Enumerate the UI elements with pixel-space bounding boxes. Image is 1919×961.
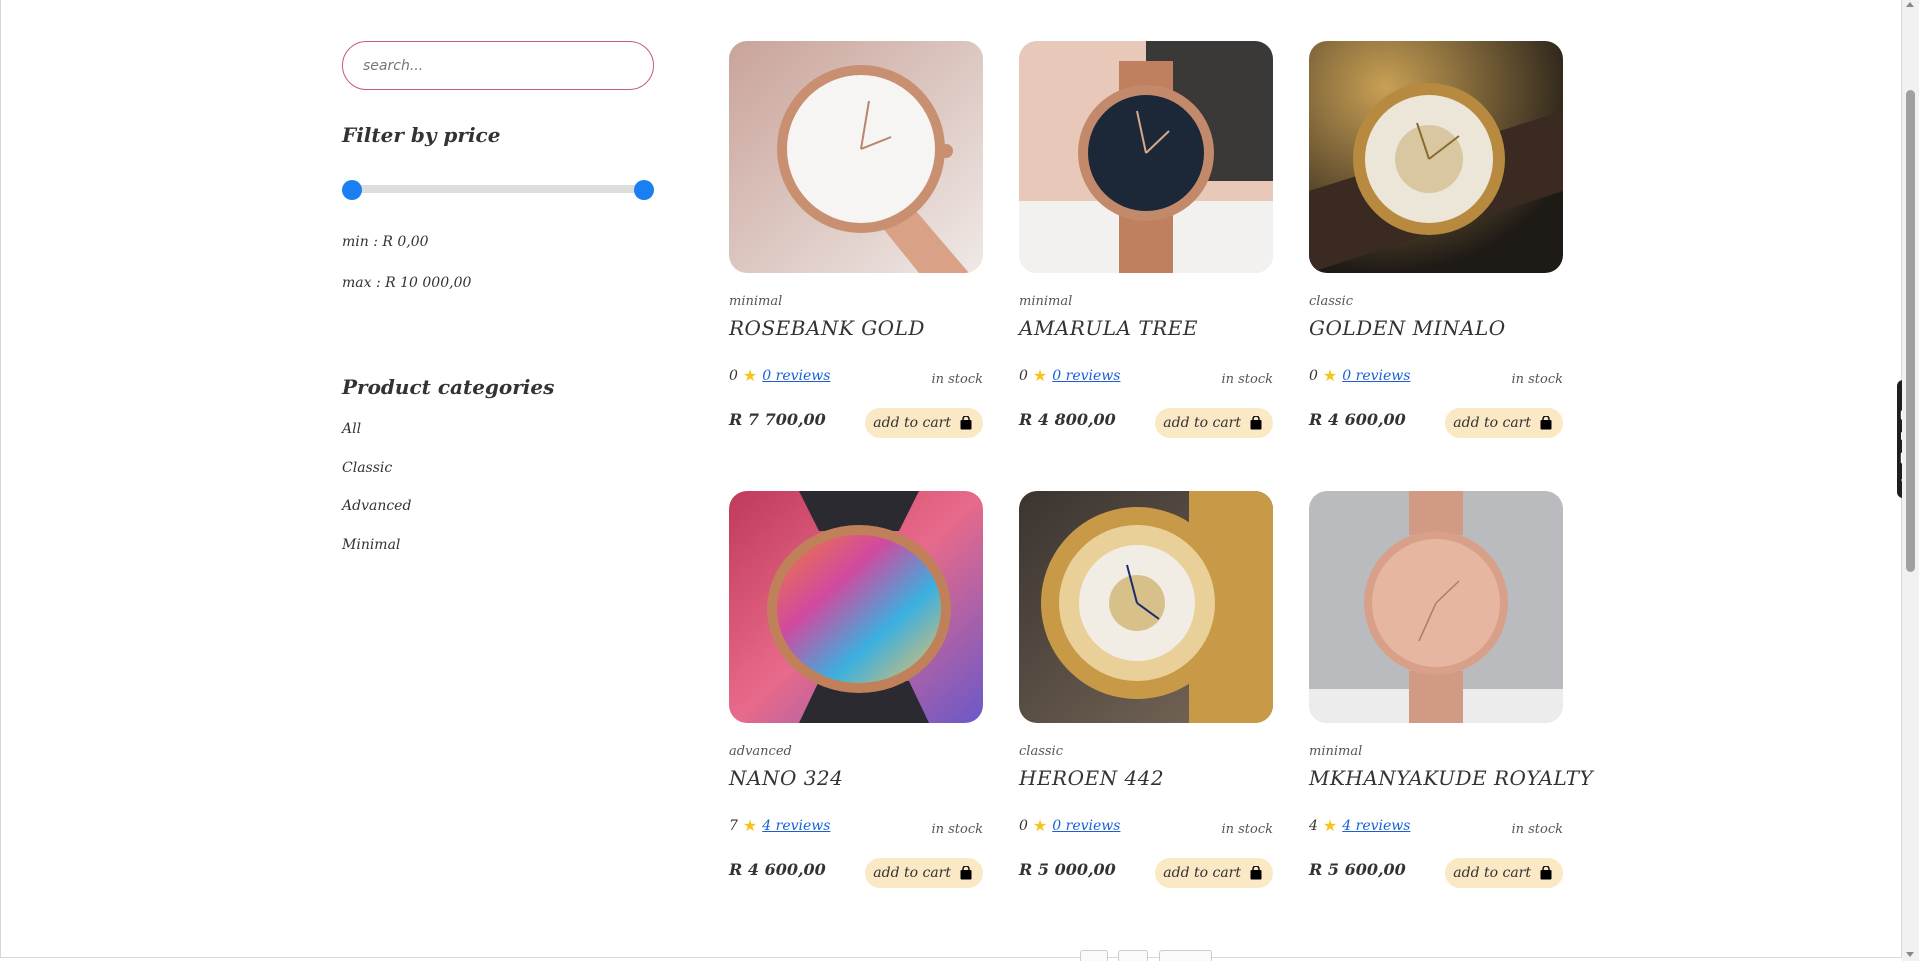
filter-heading: Filter by price xyxy=(342,123,501,147)
slider-track xyxy=(350,185,646,193)
slider-max-handle[interactable] xyxy=(634,180,654,200)
product-rating: 4 ★ 4 reviews xyxy=(1309,816,1410,835)
product-name[interactable]: NANO 324 xyxy=(729,766,843,790)
product-image[interactable] xyxy=(1309,491,1563,723)
category-minimal[interactable]: Minimal xyxy=(342,537,400,553)
vertical-scrollbar[interactable] xyxy=(1902,0,1919,961)
product-name[interactable]: ROSEBANK GOLD xyxy=(729,316,925,340)
scroll-up-arrow-icon[interactable] xyxy=(1906,2,1914,7)
pagination-button[interactable] xyxy=(1118,950,1148,961)
add-to-cart-button[interactable]: add to cart xyxy=(1445,858,1563,888)
add-to-cart-button[interactable]: add to cart xyxy=(865,858,983,888)
product-category: minimal xyxy=(1309,744,1363,759)
reviews-link[interactable]: 0 reviews xyxy=(1342,368,1410,384)
product-card[interactable]: advanced NANO 324 7 ★ 4 reviews in stock… xyxy=(729,491,983,888)
product-price: R 7 700,00 xyxy=(729,410,826,429)
slider-min-handle[interactable] xyxy=(342,180,362,200)
price-min-label: min : R 0,00 xyxy=(342,234,429,250)
product-price: R 4 600,00 xyxy=(1309,410,1406,429)
shopping-bag-icon xyxy=(960,416,972,430)
shopping-bag-icon xyxy=(1540,866,1552,880)
add-to-cart-button[interactable]: add to cart xyxy=(1445,408,1563,438)
product-price: R 4 600,00 xyxy=(729,860,826,879)
scrollbar-thumb[interactable] xyxy=(1906,90,1915,572)
product-category: advanced xyxy=(729,744,792,759)
pagination-next-button[interactable] xyxy=(1159,950,1212,961)
price-max-label: max : R 10 000,00 xyxy=(342,275,472,291)
star-icon: ★ xyxy=(742,366,758,385)
search-input[interactable] xyxy=(342,41,654,90)
stock-status: in stock xyxy=(1221,372,1273,387)
product-name[interactable]: HEROEN 442 xyxy=(1019,766,1164,790)
reviews-link[interactable]: 0 reviews xyxy=(1052,368,1120,384)
shopping-bag-icon xyxy=(1250,866,1262,880)
add-to-cart-label: add to cart xyxy=(1453,415,1531,431)
product-image[interactable] xyxy=(1309,41,1563,273)
stock-status: in stock xyxy=(1511,822,1563,837)
product-card[interactable]: minimal MKHANYAKUDE ROYALTY 4 ★ 4 review… xyxy=(1309,491,1593,888)
shopping-bag-icon xyxy=(960,866,972,880)
product-rating: 0 ★ 0 reviews xyxy=(1019,366,1120,385)
product-name[interactable]: MKHANYAKUDE ROYALTY xyxy=(1309,766,1593,790)
product-rating: 7 ★ 4 reviews xyxy=(729,816,830,835)
category-advanced[interactable]: Advanced xyxy=(342,498,411,514)
product-category: classic xyxy=(1309,294,1353,309)
add-to-cart-button[interactable]: add to cart xyxy=(1155,408,1273,438)
product-rating: 0 ★ 0 reviews xyxy=(1309,366,1410,385)
add-to-cart-button[interactable]: add to cart xyxy=(1155,858,1273,888)
product-card[interactable]: minimal AMARULA TREE 0 ★ 0 reviews in st… xyxy=(1019,41,1273,438)
add-to-cart-label: add to cart xyxy=(873,415,951,431)
add-to-cart-label: add to cart xyxy=(873,865,951,881)
product-card[interactable]: minimal ROSEBANK GOLD 0 ★ 0 reviews in s… xyxy=(729,41,983,438)
rating-value: 0 xyxy=(1309,367,1318,384)
add-to-cart-button[interactable]: add to cart xyxy=(865,408,983,438)
stock-status: in stock xyxy=(1221,822,1273,837)
price-slider[interactable] xyxy=(342,179,654,200)
product-price: R 5 000,00 xyxy=(1019,860,1116,879)
product-rating: 0 ★ 0 reviews xyxy=(1019,816,1120,835)
product-name[interactable]: AMARULA TREE xyxy=(1019,316,1198,340)
product-image[interactable] xyxy=(1019,491,1273,723)
product-card[interactable]: classic GOLDEN MINALO 0 ★ 0 reviews in s… xyxy=(1309,41,1563,438)
reviews-link[interactable]: 4 reviews xyxy=(762,818,830,834)
pagination-button[interactable] xyxy=(1080,950,1108,961)
product-category: classic xyxy=(1019,744,1063,759)
add-to-cart-label: add to cart xyxy=(1163,865,1241,881)
star-icon: ★ xyxy=(1032,366,1048,385)
product-image[interactable] xyxy=(1019,41,1273,273)
product-image[interactable] xyxy=(729,491,983,723)
rating-value: 0 xyxy=(1019,367,1028,384)
rating-value: 0 xyxy=(729,367,738,384)
product-rating: 0 ★ 0 reviews xyxy=(729,366,830,385)
add-to-cart-label: add to cart xyxy=(1163,415,1241,431)
stock-status: in stock xyxy=(1511,372,1563,387)
reviews-link[interactable]: 0 reviews xyxy=(1052,818,1120,834)
star-icon: ★ xyxy=(1322,816,1338,835)
category-all[interactable]: All xyxy=(342,421,361,437)
product-category: minimal xyxy=(1019,294,1073,309)
product-name[interactable]: GOLDEN MINALO xyxy=(1309,316,1506,340)
product-image[interactable] xyxy=(729,41,983,273)
rating-value: 7 xyxy=(729,817,738,834)
product-card[interactable]: classic HEROEN 442 0 ★ 0 reviews in stoc… xyxy=(1019,491,1273,888)
product-price: R 4 800,00 xyxy=(1019,410,1116,429)
categories-heading: Product categories xyxy=(342,375,555,399)
rating-value: 4 xyxy=(1309,817,1318,834)
reviews-link[interactable]: 4 reviews xyxy=(1342,818,1410,834)
add-to-cart-label: add to cart xyxy=(1453,865,1531,881)
stock-status: in stock xyxy=(931,822,983,837)
product-price: R 5 600,00 xyxy=(1309,860,1406,879)
stock-status: in stock xyxy=(931,372,983,387)
category-classic[interactable]: Classic xyxy=(342,460,392,476)
rating-value: 0 xyxy=(1019,817,1028,834)
star-icon: ★ xyxy=(1322,366,1338,385)
shopping-bag-icon xyxy=(1540,416,1552,430)
star-icon: ★ xyxy=(1032,816,1048,835)
scroll-down-arrow-icon[interactable] xyxy=(1906,952,1914,957)
reviews-link[interactable]: 0 reviews xyxy=(762,368,830,384)
star-icon: ★ xyxy=(742,816,758,835)
shopping-bag-icon xyxy=(1250,416,1262,430)
product-category: minimal xyxy=(729,294,783,309)
sidebar: Filter by price min : R 0,00 max : R 10 … xyxy=(342,41,654,553)
